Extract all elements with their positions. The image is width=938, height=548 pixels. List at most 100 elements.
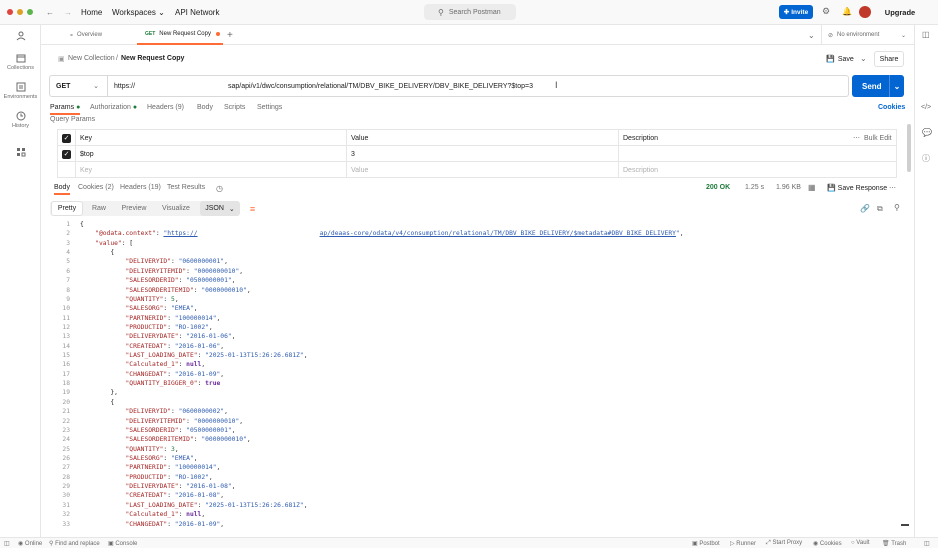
code-text: "DELIVERYID": "0600000002", <box>125 408 228 416</box>
select-all-checkbox[interactable]: ✓ <box>58 130 76 146</box>
console-button[interactable]: ▣ Console <box>108 540 137 547</box>
bell-icon[interactable]: 🔔 <box>842 7 852 16</box>
param-description-input[interactable] <box>619 146 896 162</box>
online-status[interactable]: ◉ Online <box>18 540 42 547</box>
tab-headers[interactable]: Headers (9) <box>147 104 184 111</box>
params-scrollbar[interactable] <box>907 124 911 172</box>
breadcrumb-parent[interactable]: New Collection <box>68 55 115 62</box>
upgrade-button[interactable]: Upgrade <box>882 5 918 19</box>
link-icon[interactable]: 🔗 <box>860 204 870 213</box>
view-pretty-button[interactable]: Pretty <box>51 201 83 216</box>
url-input[interactable]: https:// sap/api/v1/dwc/consumption/rela… <box>114 76 844 96</box>
line-number: 5 <box>66 258 70 266</box>
cookies-link[interactable]: Cookies <box>878 104 905 111</box>
tab-scripts[interactable]: Scripts <box>224 104 245 111</box>
apps-icon[interactable] <box>0 147 41 159</box>
find-replace-button[interactable]: ⚲ Find and replace <box>49 540 100 547</box>
param-key-input[interactable]: $top <box>76 146 347 162</box>
chevron-down-icon: ⌄ <box>93 83 99 90</box>
search-input[interactable]: ⚲ Search Postman <box>424 4 516 20</box>
line-number: 8 <box>66 286 70 294</box>
gear-icon[interactable]: ⚙ <box>822 6 830 17</box>
line-number: 22 <box>62 417 70 425</box>
tab-test-results[interactable]: Test Results <box>167 184 205 191</box>
back-arrow-icon[interactable]: ← <box>46 8 54 17</box>
param-value-input[interactable]: 3 <box>347 146 619 162</box>
tab-settings[interactable]: Settings <box>257 104 282 111</box>
sidebar-item-environments[interactable]: Environments <box>0 82 41 100</box>
invite-button[interactable]: ✚ Invite <box>779 5 813 19</box>
tab-overview[interactable]: ⚬ Overview <box>69 25 102 45</box>
line-number: 3 <box>66 239 70 247</box>
cookies-button[interactable]: ◉ Cookies <box>813 540 842 547</box>
collection-icon: ▣ <box>58 56 65 63</box>
tab-body[interactable]: Body <box>197 104 213 111</box>
page-title[interactable]: New Request Copy <box>121 55 184 62</box>
forward-arrow-icon[interactable]: → <box>64 8 72 17</box>
vault-button[interactable]: ○ Vault <box>851 540 870 546</box>
trash-button[interactable]: 🗑 Trash <box>882 540 906 547</box>
network-icon[interactable]: ▦ <box>808 183 816 192</box>
tabs-dropdown-icon[interactable]: ⌄ <box>808 25 815 45</box>
method-select[interactable]: GET ⌄ <box>50 76 108 96</box>
sidebar-item-history[interactable]: History <box>0 111 41 129</box>
history-icon[interactable]: ◷ <box>216 184 223 193</box>
comments-icon[interactable]: 💬 <box>922 128 932 137</box>
new-description-input[interactable]: Description <box>619 162 896 178</box>
copy-icon[interactable]: ⧉ <box>877 204 883 214</box>
postbot-button[interactable]: ▣ Postbot <box>692 540 720 547</box>
status-badge[interactable]: 200 OK <box>706 184 730 191</box>
start-proxy-button[interactable]: ⤢ Start Proxy <box>766 540 802 547</box>
save-button[interactable]: 💾 Save <box>824 51 856 67</box>
code-text: "CHANGEDAT": "2016-01-09", <box>125 520 225 528</box>
new-tab-button[interactable]: + <box>227 25 233 45</box>
tab-response-cookies[interactable]: Cookies (2) <box>78 184 114 191</box>
bulk-edit-button[interactable]: ⋯ Bulk Edit <box>849 130 896 146</box>
avatar[interactable] <box>859 6 871 18</box>
share-button[interactable]: Share <box>874 51 904 67</box>
send-options-chevron-icon[interactable]: ⌄ <box>889 75 904 97</box>
column-header-description: Description <box>623 134 659 142</box>
code-icon[interactable]: </> <box>921 104 931 111</box>
line-number: 12 <box>62 323 70 331</box>
more-options-icon[interactable]: ⋯ <box>889 184 896 192</box>
row-checkbox[interactable]: ✓ <box>58 146 76 162</box>
layout-icon[interactable]: ◫ <box>922 30 930 39</box>
environment-selector[interactable]: ⊘ No environment ⌄ <box>821 25 914 45</box>
view-visualize-button[interactable]: Visualize <box>158 201 194 216</box>
runner-button[interactable]: ▷ Runner <box>730 540 756 547</box>
close-window-button[interactable] <box>7 9 13 15</box>
code-text: "PARTNERID": "100000014", <box>125 464 221 472</box>
home-link[interactable]: Home <box>81 8 102 17</box>
breadcrumb-separator: / <box>116 55 118 62</box>
send-button[interactable]: Send ⌄ <box>852 75 904 97</box>
wrap-lines-icon[interactable]: ≡ <box>245 201 260 216</box>
response-body-editor[interactable]: 1{2 "@odata.context": "https://ap/deaas-… <box>50 220 900 530</box>
search-icon[interactable]: ⚲ <box>894 203 900 212</box>
info-icon[interactable]: ⓘ <box>922 153 930 164</box>
save-options-chevron-icon[interactable]: ⌄ <box>860 54 867 63</box>
layout-toggle-icon[interactable]: ◫ <box>4 540 10 547</box>
workspaces-menu[interactable]: Workspaces ⌄ <box>112 8 165 17</box>
format-select[interactable]: JSON ⌄ <box>200 201 240 216</box>
save-response-button[interactable]: 💾 Save Response <box>827 184 887 192</box>
tab-new-request-copy[interactable]: GET New Request Copy <box>137 25 223 45</box>
postbot-icon: ▣ <box>692 541 698 547</box>
minimize-window-button[interactable] <box>17 9 23 15</box>
response-time[interactable]: 1.25 s <box>745 184 764 191</box>
response-size[interactable]: 1.96 KB <box>776 184 801 191</box>
help-icon[interactable]: ◫ <box>924 540 930 547</box>
editor-scrollbar[interactable] <box>901 524 909 526</box>
view-preview-button[interactable]: Preview <box>118 201 150 216</box>
tab-params[interactable]: Params ● <box>50 104 81 115</box>
api-network-link[interactable]: API Network <box>175 8 219 17</box>
user-icon[interactable] <box>0 31 41 43</box>
new-key-input[interactable]: Key <box>76 162 347 178</box>
tab-response-body[interactable]: Body <box>54 184 70 195</box>
new-value-input[interactable]: Value <box>347 162 619 178</box>
tab-authorization[interactable]: Authorization ● <box>90 104 137 111</box>
view-raw-button[interactable]: Raw <box>86 201 112 216</box>
tab-response-headers[interactable]: Headers (19) <box>120 184 161 191</box>
sidebar-item-collections[interactable]: Collections <box>0 53 41 71</box>
maximize-window-button[interactable] <box>27 9 33 15</box>
